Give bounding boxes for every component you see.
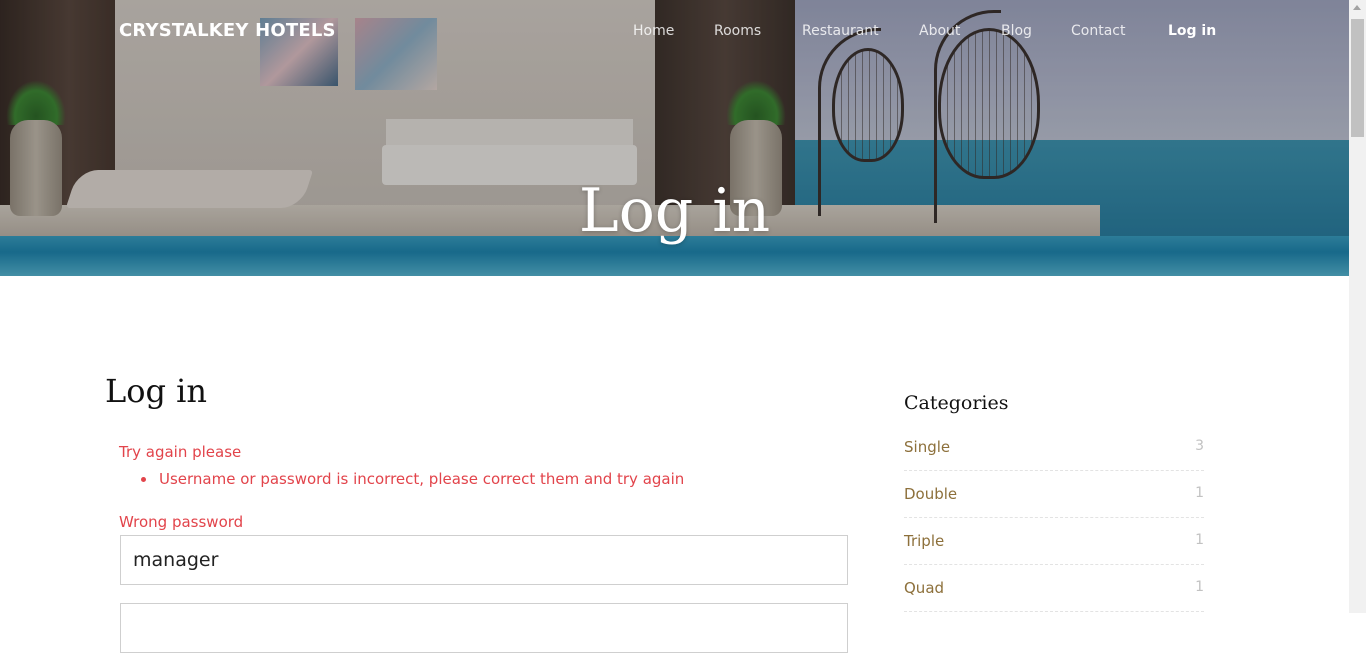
scrollbar-thumb[interactable] bbox=[1351, 19, 1364, 137]
sidebar-title: Categories bbox=[904, 392, 1009, 414]
category-list: Single 3 Double 1 Triple 1 Quad 1 bbox=[904, 424, 1204, 612]
field-error-label: Wrong password bbox=[119, 513, 244, 531]
category-name[interactable]: Quad bbox=[904, 579, 944, 597]
nav-home[interactable]: Home bbox=[633, 23, 674, 39]
category-name[interactable]: Double bbox=[904, 485, 957, 503]
category-name[interactable]: Single bbox=[904, 438, 950, 456]
nav-login[interactable]: Log in bbox=[1168, 23, 1216, 39]
hero-banner: CRYSTALKEY HOTELS Home Rooms Restaurant … bbox=[0, 0, 1349, 276]
nav-restaurant[interactable]: Restaurant bbox=[802, 23, 879, 39]
error-title: Try again please bbox=[119, 443, 242, 461]
username-input[interactable] bbox=[120, 535, 848, 585]
category-item[interactable]: Quad 1 bbox=[904, 565, 1204, 612]
scroll-up-arrow-icon[interactable] bbox=[1353, 5, 1361, 10]
category-count: 1 bbox=[1195, 485, 1204, 501]
nav-contact[interactable]: Contact bbox=[1071, 23, 1125, 39]
nav-blog[interactable]: Blog bbox=[1001, 23, 1032, 39]
category-name[interactable]: Triple bbox=[904, 532, 944, 550]
hero-title: Log in bbox=[578, 176, 771, 246]
nav-rooms[interactable]: Rooms bbox=[714, 23, 761, 39]
error-message: Username or password is incorrect, pleas… bbox=[140, 470, 685, 488]
category-item[interactable]: Triple 1 bbox=[904, 518, 1204, 565]
nav-about[interactable]: About bbox=[919, 23, 960, 39]
password-input[interactable] bbox=[120, 603, 848, 653]
category-count: 3 bbox=[1195, 438, 1204, 454]
category-item[interactable]: Single 3 bbox=[904, 424, 1204, 471]
category-count: 1 bbox=[1195, 579, 1204, 595]
category-count: 1 bbox=[1195, 532, 1204, 548]
page-title: Log in bbox=[105, 372, 208, 410]
error-list: Username or password is incorrect, pleas… bbox=[140, 470, 685, 488]
category-item[interactable]: Double 1 bbox=[904, 471, 1204, 518]
main-nav: Home Rooms Restaurant About Blog Contact… bbox=[0, 23, 1349, 43]
